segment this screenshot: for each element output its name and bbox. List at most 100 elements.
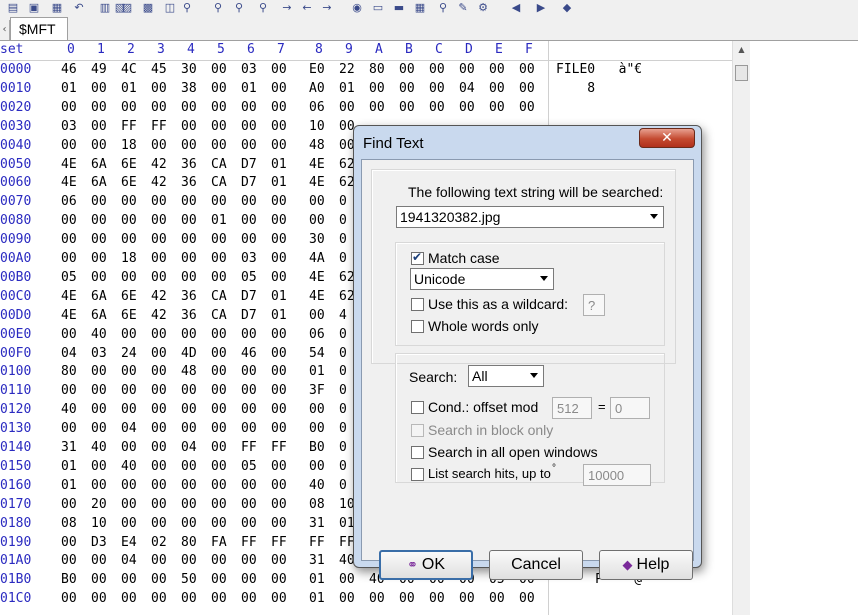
hex-byte[interactable]: 00 — [271, 478, 287, 493]
hex-byte[interactable]: D7 — [241, 308, 257, 323]
copy-icon[interactable]: ▣ — [27, 1, 41, 14]
hex-byte[interactable]: 00 — [271, 421, 287, 436]
help-book-icon[interactable]: ◆ — [560, 1, 574, 14]
hex-byte[interactable]: 00 — [241, 119, 257, 134]
hex-byte[interactable]: 00 — [241, 138, 257, 153]
hex-byte[interactable]: 01 — [241, 81, 257, 96]
hex-byte[interactable]: 04 — [121, 553, 137, 568]
hex-byte[interactable]: 10 — [309, 119, 325, 134]
hex-byte[interactable]: 4C — [121, 62, 137, 77]
tools-icon[interactable]: ✎ — [456, 1, 470, 14]
text-column[interactable]: FILE0 à"€ — [556, 62, 642, 77]
paste-hex-icon[interactable]: ▩ — [141, 1, 155, 14]
hex-byte[interactable]: 00 — [151, 383, 167, 398]
hex-byte[interactable]: CA — [211, 175, 227, 190]
hex-byte[interactable]: 80 — [181, 535, 197, 550]
hex-byte[interactable]: 00 — [271, 213, 287, 228]
hex-byte[interactable]: 00 — [459, 62, 475, 77]
hex-byte[interactable]: A0 — [309, 81, 325, 96]
hex-byte[interactable]: 00 — [181, 553, 197, 568]
hex-byte[interactable]: 0 — [339, 383, 347, 398]
hex-byte[interactable]: 00 — [181, 251, 197, 266]
hex-byte[interactable]: 00 — [271, 497, 287, 512]
hex-byte[interactable]: 00 — [151, 270, 167, 285]
hex-byte[interactable]: 00 — [271, 138, 287, 153]
hex-byte[interactable]: 00 — [61, 213, 77, 228]
hex-byte[interactable]: 01 — [309, 364, 325, 379]
hex-byte[interactable]: 00 — [211, 62, 227, 77]
hex-byte[interactable]: 00 — [211, 100, 227, 115]
hex-byte[interactable]: 00 — [91, 383, 107, 398]
hex-byte[interactable]: 0 — [339, 346, 347, 361]
hex-byte[interactable]: 00 — [241, 232, 257, 247]
hex-byte[interactable]: 04 — [121, 421, 137, 436]
hex-byte[interactable]: 00 — [121, 383, 137, 398]
hex-byte[interactable]: 00 — [459, 591, 475, 606]
hex-byte[interactable]: 00 — [369, 81, 385, 96]
text-column[interactable]: 8 — [556, 81, 595, 96]
hex-byte[interactable]: 00 — [369, 591, 385, 606]
hex-byte[interactable]: 00 — [271, 232, 287, 247]
vertical-scrollbar[interactable]: ▲ — [732, 41, 750, 615]
goto-icon[interactable]: → — [280, 1, 294, 14]
hex-byte[interactable]: 00 — [211, 459, 227, 474]
hex-byte[interactable]: 48 — [309, 138, 325, 153]
hex-byte[interactable]: 00 — [121, 194, 137, 209]
hex-byte[interactable]: 00 — [151, 402, 167, 417]
hex-byte[interactable]: 6A — [91, 157, 107, 172]
hex-byte[interactable]: 00 — [151, 327, 167, 342]
hex-byte[interactable]: 00 — [61, 100, 77, 115]
hex-byte[interactable]: 00 — [271, 591, 287, 606]
hex-byte[interactable]: 00 — [151, 251, 167, 266]
hex-byte[interactable]: 20 — [91, 497, 107, 512]
hex-byte[interactable]: 80 — [369, 62, 385, 77]
hex-byte[interactable]: E4 — [121, 535, 137, 550]
hex-byte[interactable]: 4A — [309, 251, 325, 266]
hex-byte[interactable]: 00 — [399, 100, 415, 115]
hex-byte[interactable]: 01 — [271, 289, 287, 304]
hex-byte[interactable]: 00 — [121, 327, 137, 342]
hex-byte[interactable]: 00 — [151, 572, 167, 587]
hex-byte[interactable]: 00 — [91, 402, 107, 417]
undo-icon[interactable]: ↶ — [72, 1, 86, 14]
hex-byte[interactable]: 00 — [271, 81, 287, 96]
hex-byte[interactable]: 01 — [271, 157, 287, 172]
hex-byte[interactable]: 00 — [241, 327, 257, 342]
hex-byte[interactable]: 6E — [121, 289, 137, 304]
hex-byte[interactable]: 00 — [271, 383, 287, 398]
hex-byte[interactable]: 45 — [151, 62, 167, 77]
hex-byte[interactable]: 00 — [91, 364, 107, 379]
hex-byte[interactable]: 00 — [271, 194, 287, 209]
hex-byte[interactable]: 00 — [61, 383, 77, 398]
hex-byte[interactable]: 6E — [121, 157, 137, 172]
hex-byte[interactable]: 00 — [271, 327, 287, 342]
hex-byte[interactable]: 00 — [91, 421, 107, 436]
hex-byte[interactable]: 01 — [61, 478, 77, 493]
hex-byte[interactable]: 00 — [241, 383, 257, 398]
hex-byte[interactable]: 00 — [211, 421, 227, 436]
replace-hex-icon[interactable]: ⚲ — [256, 1, 270, 14]
disk-icon[interactable]: ◉ — [350, 1, 364, 14]
hex-byte[interactable]: 0 — [339, 232, 347, 247]
match-case-checkbox[interactable] — [411, 250, 424, 265]
hex-byte[interactable]: 00 — [271, 346, 287, 361]
hex-byte[interactable]: CA — [211, 157, 227, 172]
hex-byte[interactable]: 0 — [339, 459, 347, 474]
hex-byte[interactable]: 31 — [309, 516, 325, 531]
replace-icon[interactable]: ⚲ — [232, 1, 246, 14]
hex-byte[interactable]: 31 — [309, 553, 325, 568]
hex-byte[interactable]: 03 — [61, 119, 77, 134]
hex-byte[interactable]: FF — [121, 119, 137, 134]
hex-byte[interactable]: 00 — [211, 270, 227, 285]
hex-byte[interactable]: 0 — [339, 478, 347, 493]
hex-byte[interactable]: 42 — [151, 289, 167, 304]
hex-byte[interactable]: D7 — [241, 175, 257, 190]
hex-byte[interactable]: 04 — [61, 346, 77, 361]
hex-byte[interactable]: 00 — [151, 478, 167, 493]
hex-byte[interactable]: 01 — [271, 308, 287, 323]
hex-byte[interactable]: 01 — [61, 81, 77, 96]
hex-byte[interactable]: B0 — [61, 572, 77, 587]
hex-byte[interactable]: 0 — [339, 327, 347, 342]
hex-byte[interactable]: 0 — [339, 402, 347, 417]
hex-byte[interactable]: 00 — [489, 81, 505, 96]
